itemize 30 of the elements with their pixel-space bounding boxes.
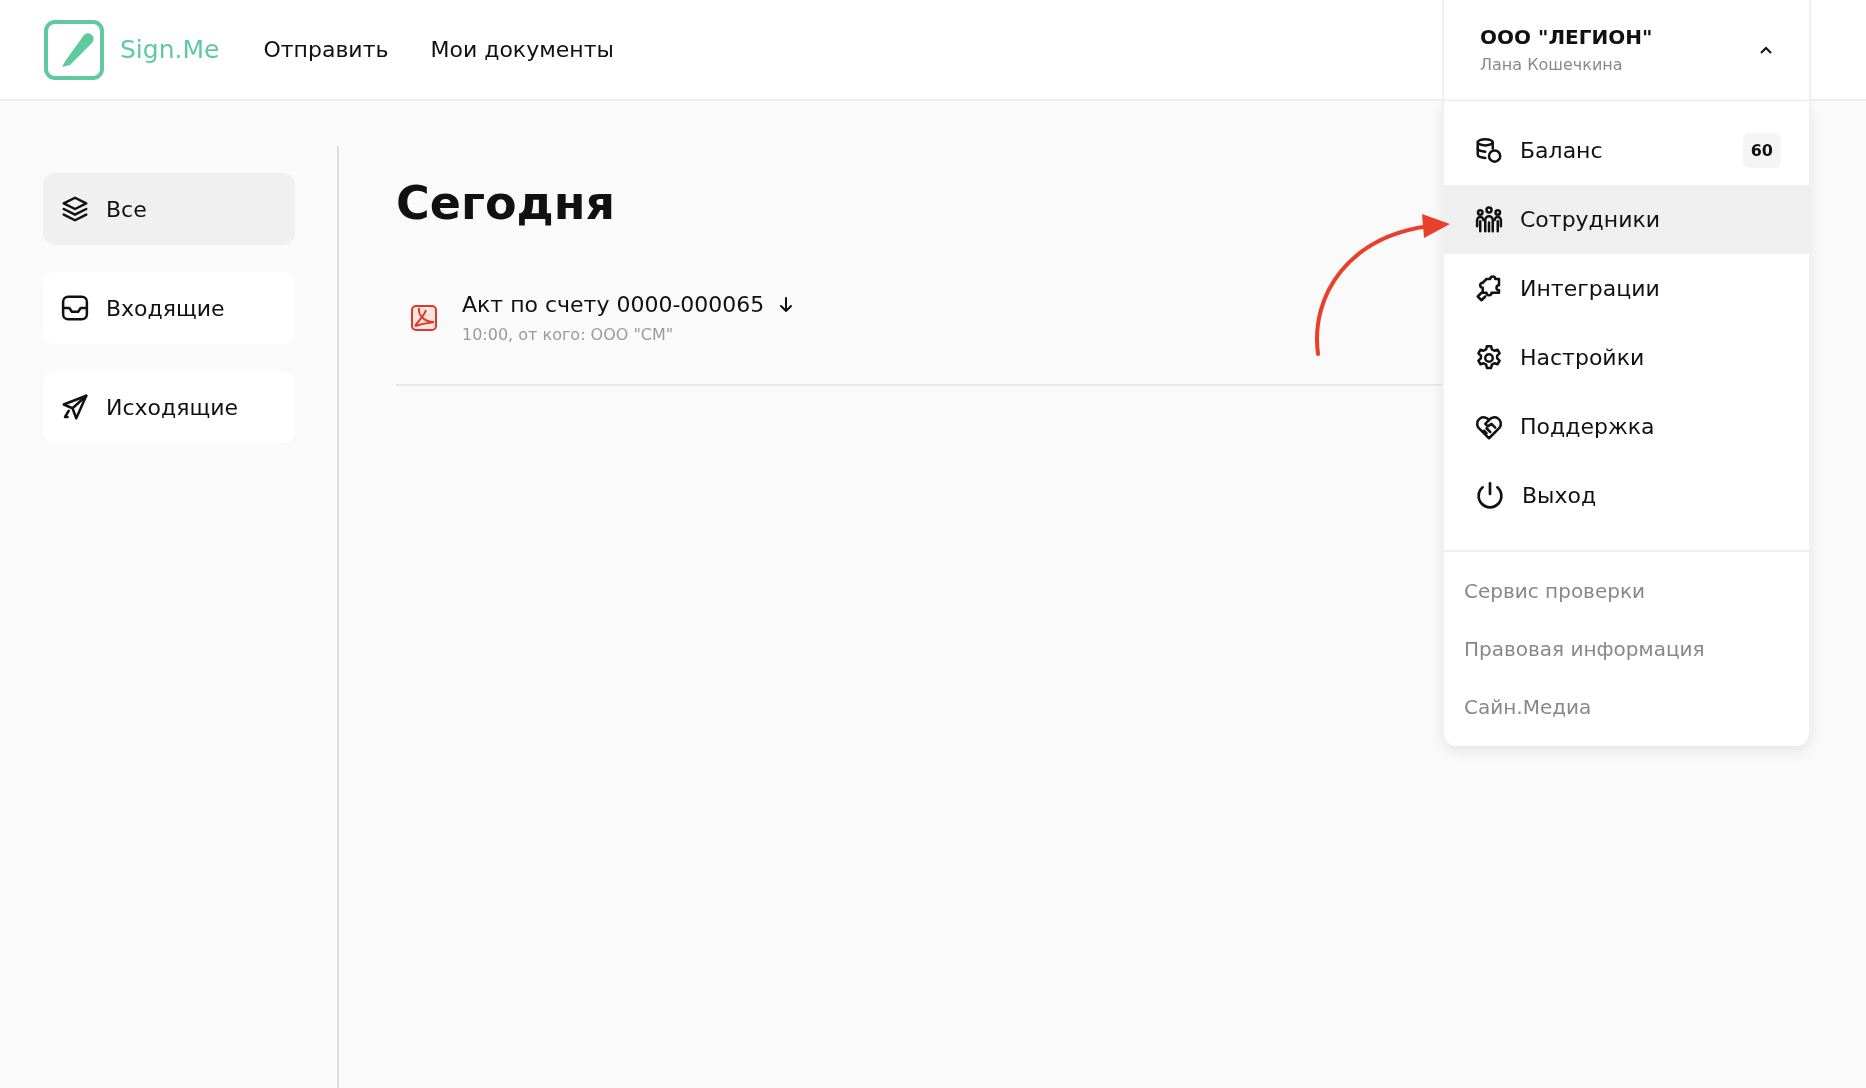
user-name: Лана Кошечкина bbox=[1480, 55, 1624, 74]
sidebar-item[interactable]: Исходящие bbox=[43, 371, 295, 443]
nav-link[interactable]: Мои документы bbox=[430, 37, 614, 62]
menu-item[interactable]: Интеграции bbox=[1444, 254, 1809, 323]
menu-item[interactable]: Баланс 60 bbox=[1444, 116, 1809, 185]
footer-link[interactable]: Сервис проверки bbox=[1464, 580, 1789, 602]
menu-item[interactable]: Сотрудники bbox=[1444, 185, 1809, 254]
pen-logo-icon[interactable] bbox=[44, 19, 104, 80]
coins-icon bbox=[1474, 135, 1504, 166]
document-title[interactable]: Акт по счету 0000-000065 bbox=[462, 292, 765, 317]
footer-link[interactable]: Сайн.Медиа bbox=[1464, 696, 1789, 718]
menu-item[interactable]: Поддержка bbox=[1444, 392, 1809, 461]
footer-link[interactable]: Правовая информация bbox=[1464, 638, 1789, 660]
paper-plane-icon bbox=[60, 392, 90, 422]
layers-icon bbox=[60, 194, 90, 224]
document-meta: 10:00, от кого: ООО "СМ" bbox=[462, 325, 675, 344]
account-switcher[interactable]: ООО "ЛЕГИОН" Лана Кошечкина bbox=[1442, 0, 1811, 100]
sidebar-item[interactable]: Все bbox=[43, 173, 295, 245]
download-icon bbox=[778, 295, 795, 314]
sidebar-item[interactable]: Входящие bbox=[43, 272, 295, 344]
company-name: ООО "ЛЕГИОН" bbox=[1480, 25, 1653, 49]
menu-item[interactable]: Выход bbox=[1444, 461, 1809, 530]
section-heading: Сегодня bbox=[396, 176, 617, 230]
menu-item[interactable]: Настройки bbox=[1444, 323, 1809, 392]
inbox-icon bbox=[60, 293, 90, 323]
balance-count: 60 bbox=[1742, 133, 1781, 168]
pdf-file-icon bbox=[410, 304, 438, 332]
nav-link[interactable]: Отправить bbox=[263, 37, 389, 62]
power-icon bbox=[1474, 479, 1506, 512]
people-icon bbox=[1474, 204, 1504, 235]
